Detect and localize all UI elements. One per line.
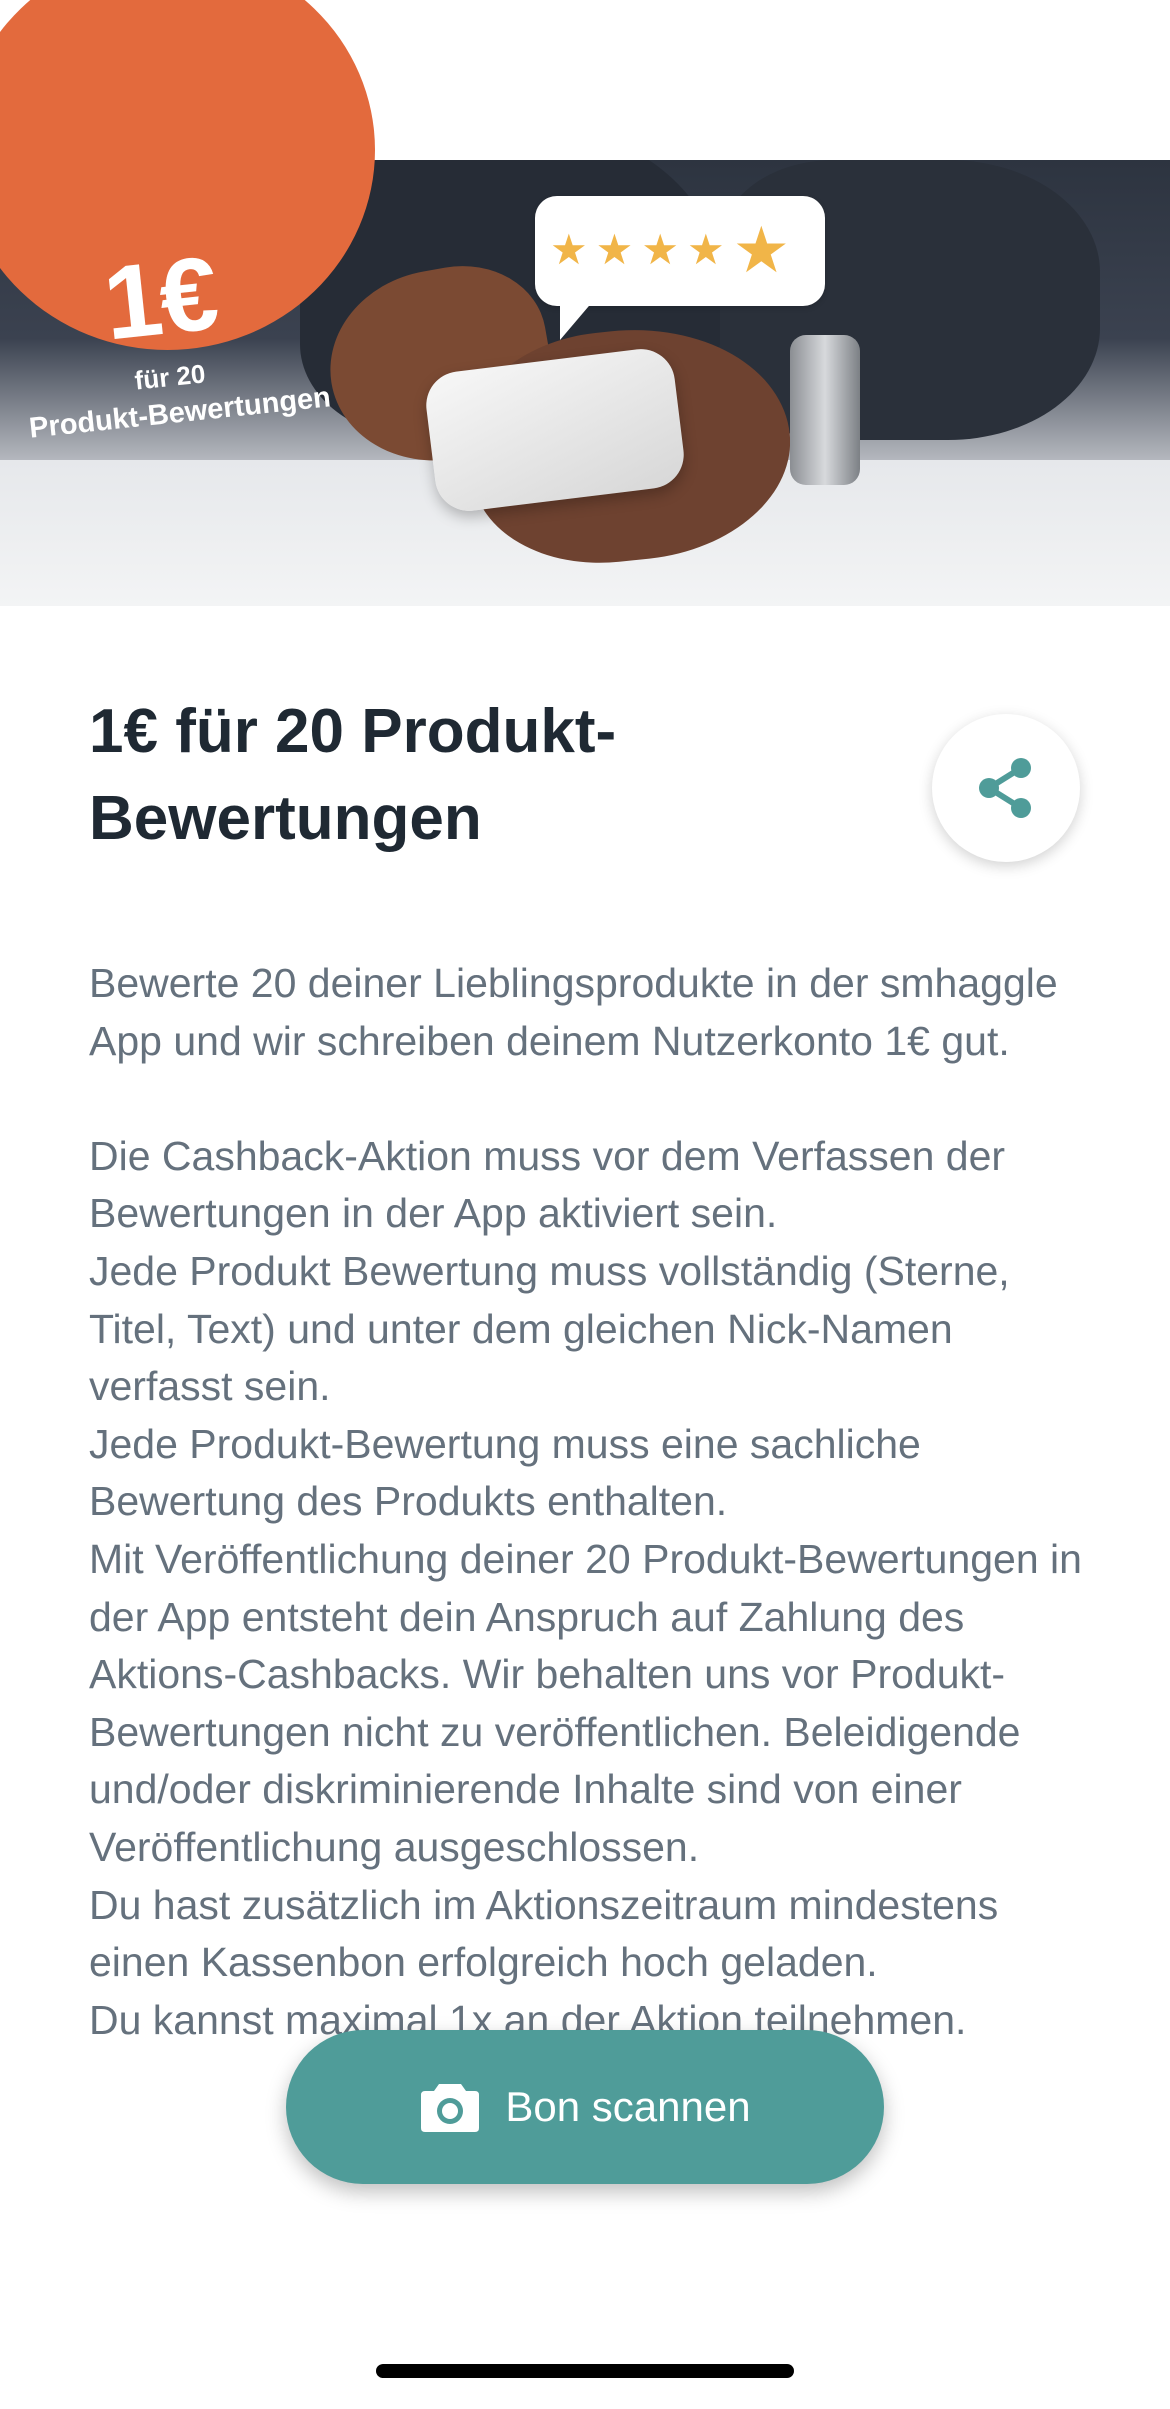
camera-icon <box>421 2084 480 2132</box>
condition-item: Die Cashback-Aktion muss vor dem Verfass… <box>89 1132 1006 1237</box>
offer-intro: Bewerte 20 deiner Lieblingsprodukte in d… <box>89 960 1058 1064</box>
share-icon <box>979 758 1031 818</box>
share-button[interactable] <box>932 714 1080 862</box>
hero-watch <box>790 335 860 485</box>
offer-description: Bewerte 20 deiner Lieblingsprodukte in d… <box>89 955 1089 2049</box>
scan-button-label: Bon scannen <box>505 2083 751 2130</box>
condition-item: Jede Produkt Bewertung muss vollständig … <box>89 1247 1010 1410</box>
star-icon: ★ <box>641 226 679 273</box>
star-icon: ★ <box>732 214 790 286</box>
star-icon: ★ <box>686 226 725 273</box>
star-icon: ★ <box>595 226 634 273</box>
rating-stars: ★ ★ ★ ★ ★ <box>550 218 790 282</box>
condition-item: Du hast zusätzlich im Aktionszeitraum mi… <box>89 1881 999 1986</box>
condition-item: Mit Veröffentlichung deiner 20 Produkt-B… <box>89 1535 1082 1870</box>
condition-item: Jede Produkt-Bewertung muss eine sachlic… <box>89 1420 921 1525</box>
home-indicator <box>376 2364 794 2378</box>
scan-receipt-button[interactable]: Bon scannen <box>286 2030 884 2184</box>
page-title: 1€ für 20 Produkt-Bewertungen <box>89 697 617 853</box>
star-icon: ★ <box>550 226 588 273</box>
rating-bubble-tail <box>560 300 594 340</box>
